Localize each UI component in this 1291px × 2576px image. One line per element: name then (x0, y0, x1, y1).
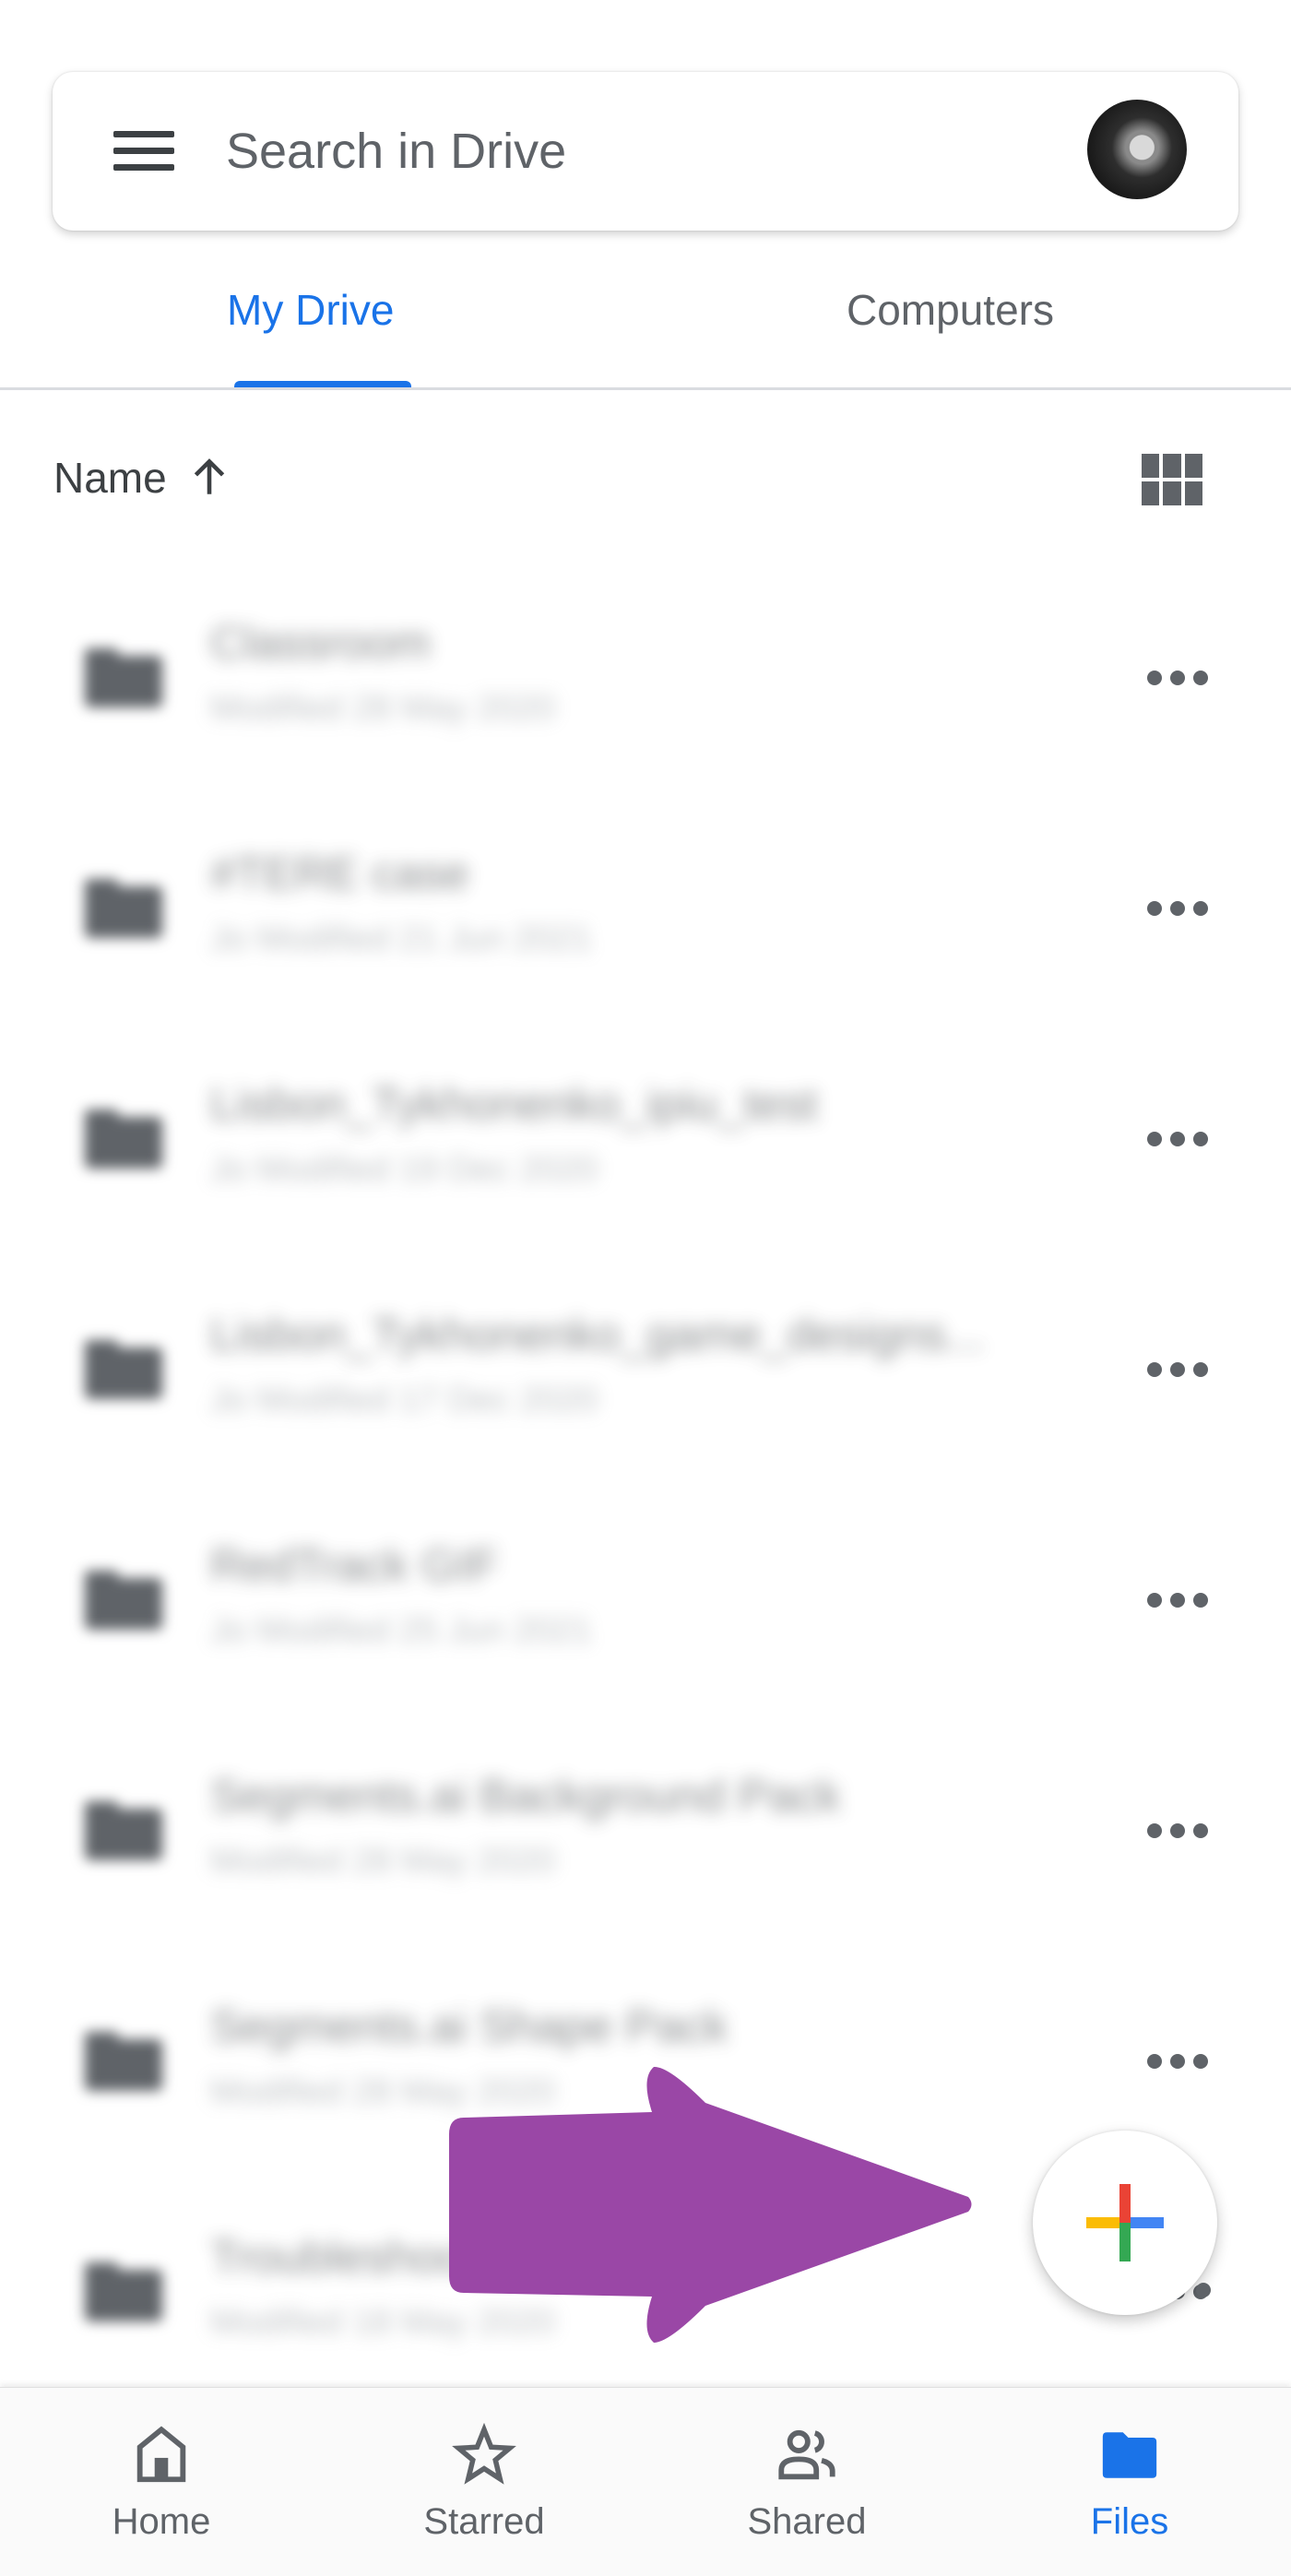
grid-view-icon[interactable] (1142, 454, 1202, 505)
file-row[interactable]: Lisbon_Tykhonenko_game_designs... Jo Mod… (0, 1250, 1291, 1480)
nav-starred[interactable]: Starred (323, 2388, 646, 2576)
nav-home[interactable]: Home (0, 2388, 323, 2576)
tab-computers[interactable]: Computers (847, 284, 1054, 336)
more-options-button[interactable] (1147, 1822, 1208, 1840)
more-options-button[interactable] (1147, 1591, 1208, 1609)
avatar[interactable] (1087, 100, 1187, 199)
more-options-dot-partial (1196, 2283, 1211, 2297)
file-name: Segments.ai Shape Pack (210, 2000, 728, 2052)
folder-icon (85, 1340, 162, 1399)
folder-icon (85, 1110, 162, 1169)
drive-tabs: My Drive Computers (0, 231, 1291, 389)
folder-icon (85, 1571, 162, 1630)
nav-files[interactable]: Files (968, 2388, 1291, 2576)
file-row[interactable]: RedTrack GIF Jo Modified 25 Jun 2021 (0, 1480, 1291, 1711)
folder-icon (1102, 2432, 1157, 2478)
home-icon (136, 2426, 186, 2483)
file-name: Lisbon_Tykhonenko_game_designs... (210, 1309, 985, 1360)
file-modified-date: Jo Modified 21 Jun 2021 (210, 920, 593, 958)
more-options-button[interactable] (1147, 899, 1208, 918)
folder-icon (85, 648, 162, 707)
folder-icon (85, 2262, 162, 2321)
bottom-navigation: Home Starred Shared Files (0, 2387, 1291, 2576)
file-modified-date: Jo Modified 25 Jun 2021 (210, 1611, 593, 1650)
folder-icon (85, 879, 162, 938)
file-modified-date: Modified 28 May 2020 (210, 1842, 555, 1881)
tab-my-drive[interactable]: My Drive (227, 284, 394, 336)
file-name: Classroom (210, 617, 431, 669)
nav-shared[interactable]: Shared (646, 2388, 968, 2576)
more-options-button[interactable] (1147, 2052, 1208, 2071)
file-name: Segments.ai Background Pack (210, 1770, 841, 1822)
search-bar[interactable]: Search in Drive (53, 72, 1238, 231)
file-row[interactable]: #TERE case Jo Modified 21 Jun 2021 (0, 789, 1291, 1019)
file-row[interactable]: Classroom Modified 28 May 2020 (0, 558, 1291, 789)
file-modified-date: Modified 28 May 2020 (210, 689, 555, 728)
hamburger-menu-icon[interactable] (113, 131, 174, 172)
folder-icon (85, 2032, 162, 2091)
more-options-button[interactable] (1147, 1130, 1208, 1148)
more-options-button[interactable] (1147, 669, 1208, 687)
nav-home-label: Home (112, 2501, 211, 2542)
google-plus-icon (1086, 2184, 1164, 2261)
file-row[interactable]: Segments.ai Background Pack Modified 28 … (0, 1711, 1291, 1941)
shared-people-icon (778, 2429, 835, 2480)
search-input[interactable]: Search in Drive (226, 120, 566, 183)
file-modified-date: Jo Modified 17 Dec 2020 (210, 1381, 598, 1419)
star-icon (452, 2423, 516, 2485)
sort-by-name-button[interactable]: Name (53, 452, 167, 504)
arrow-up-icon[interactable] (186, 454, 232, 500)
file-name: Lisbon_Tykhonenko_ipiu_test (210, 1078, 818, 1130)
tabs-divider (0, 387, 1291, 390)
file-row[interactable]: Lisbon_Tykhonenko_ipiu_test Jo Modified … (0, 1019, 1291, 1250)
more-options-button[interactable] (1147, 1360, 1208, 1379)
new-item-fab[interactable] (1033, 2131, 1217, 2315)
nav-files-label: Files (1090, 2501, 1169, 2542)
file-modified-date: Jo Modified 19 Dec 2020 (210, 1150, 598, 1189)
nav-starred-label: Starred (423, 2501, 545, 2542)
nav-shared-label: Shared (747, 2501, 867, 2542)
file-name: RedTrack GIF (210, 1539, 499, 1591)
annotation-arrow (449, 2066, 972, 2343)
sort-row: Name (0, 443, 1291, 516)
file-name: #TERE case (210, 848, 469, 899)
folder-icon (85, 1801, 162, 1860)
